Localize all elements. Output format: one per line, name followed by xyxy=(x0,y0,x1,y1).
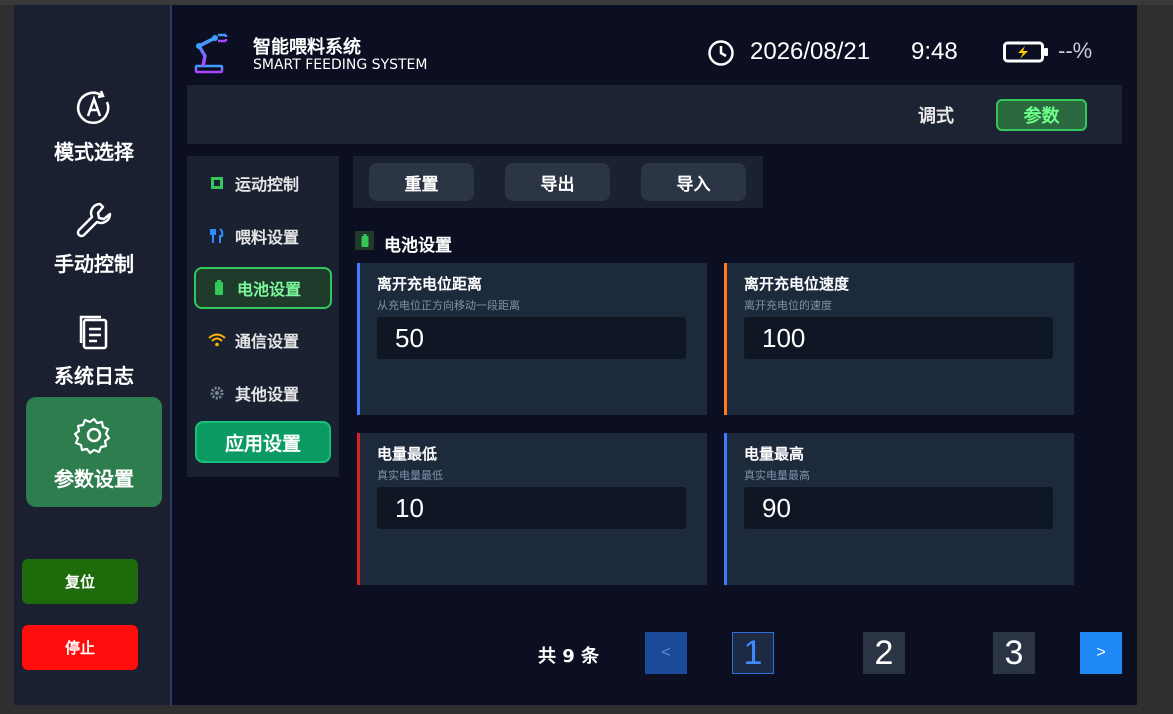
mode-bar xyxy=(187,85,1122,144)
app-subtitle: SMART FEEDING SYSTEM xyxy=(253,57,428,73)
subnav-item-label: 其他设置 xyxy=(235,385,300,404)
import-button[interactable]: 导入 xyxy=(641,163,746,201)
subnav-item-comm-settings[interactable]: 通信设置 xyxy=(194,319,332,361)
gear-icon xyxy=(72,413,116,457)
wrench-icon xyxy=(72,198,116,242)
wifi-icon xyxy=(208,331,226,349)
battery-max-input[interactable]: 90 xyxy=(744,487,1053,529)
reset-params-button[interactable]: 重置 xyxy=(369,163,474,201)
battery-icon xyxy=(210,279,228,297)
mode-icon xyxy=(72,86,116,130)
battery-icon xyxy=(355,231,374,250)
next-page-button[interactable]: > xyxy=(1080,632,1122,674)
battery-charging-icon xyxy=(1003,41,1049,67)
card-title: 离开充电位速度 xyxy=(744,275,850,293)
page-2-button[interactable]: 2 xyxy=(863,632,905,674)
card-accent-bar xyxy=(724,263,727,415)
leave-distance-input[interactable]: 50 xyxy=(377,317,686,359)
param-card-leave-speed: 离开充电位速度 离开充电位的速度 100 xyxy=(724,263,1074,415)
card-title: 离开充电位距离 xyxy=(377,275,483,293)
param-card-battery-min: 电量最低 真实电量最低 10 xyxy=(357,433,707,585)
page-3-button[interactable]: 3 xyxy=(993,632,1035,674)
card-accent-bar xyxy=(357,263,360,415)
chip-icon xyxy=(208,174,226,192)
log-icon xyxy=(72,310,116,354)
utensils-icon xyxy=(208,227,226,245)
subnav-item-label: 喂料设置 xyxy=(235,228,300,247)
subnav-item-label: 运动控制 xyxy=(235,175,300,194)
subnav-item-other-settings[interactable]: 其他设置 xyxy=(194,372,332,414)
sidebar-item-label: 系统日志 xyxy=(54,363,134,388)
card-accent-bar xyxy=(357,433,360,585)
sidebar-item-label: 手动控制 xyxy=(54,251,134,276)
sidebar-item-label: 模式选择 xyxy=(54,139,134,164)
battery-min-input[interactable]: 10 xyxy=(377,487,686,529)
subnav-item-label: 电池设置 xyxy=(237,280,302,299)
total-count: 共 9 条 xyxy=(538,646,600,667)
card-accent-bar xyxy=(724,433,727,585)
leave-speed-input[interactable]: 100 xyxy=(744,317,1053,359)
date-display: 2026/08/21 xyxy=(750,38,871,65)
apply-settings-button[interactable]: 应用设置 xyxy=(195,421,331,463)
page-1-button[interactable]: 1 xyxy=(732,632,774,674)
time-display: 9:48 xyxy=(911,38,958,65)
sidebar-item-label: 参数设置 xyxy=(54,466,134,491)
mode-param-tab[interactable]: 参数 xyxy=(996,99,1087,131)
clock-icon xyxy=(707,39,735,71)
subnav-item-label: 通信设置 xyxy=(235,332,300,351)
card-subtitle: 真实电量最低 xyxy=(377,469,443,482)
export-button[interactable]: 导出 xyxy=(505,163,610,201)
subnav-item-battery-settings[interactable]: 电池设置 xyxy=(194,267,332,309)
section-title: 电池设置 xyxy=(384,236,452,256)
sidebar-item-mode-select[interactable]: 模式选择 xyxy=(26,70,162,180)
battery-percent: --% xyxy=(1058,38,1093,63)
card-subtitle: 真实电量最高 xyxy=(744,469,810,482)
mode-debug-tab[interactable]: 调式 xyxy=(918,102,954,128)
card-title: 电量最高 xyxy=(744,445,805,463)
card-title: 电量最低 xyxy=(377,445,438,463)
card-subtitle: 离开充电位的速度 xyxy=(744,299,832,312)
robot-arm-logo-icon xyxy=(193,32,237,74)
card-subtitle: 从充电位正方向移动一段距离 xyxy=(377,299,520,312)
param-card-battery-max: 电量最高 真实电量最高 90 xyxy=(724,433,1074,585)
param-card-leave-distance: 离开充电位距离 从充电位正方向移动一段距离 50 xyxy=(357,263,707,415)
sidebar-item-manual-control[interactable]: 手动控制 xyxy=(26,182,162,292)
reset-button[interactable]: 复位 xyxy=(22,559,138,604)
prev-page-button[interactable]: < xyxy=(645,632,687,674)
subnav-item-motion-control[interactable]: 运动控制 xyxy=(194,162,332,204)
subnav-item-feeding-settings[interactable]: 喂料设置 xyxy=(194,215,332,257)
sidebar-item-system-log[interactable]: 系统日志 xyxy=(26,294,162,404)
sidebar-item-param-settings[interactable]: 参数设置 xyxy=(26,397,162,507)
app-title: 智能喂料系统 xyxy=(253,37,361,58)
stop-button[interactable]: 停止 xyxy=(22,625,138,670)
gear-icon xyxy=(208,384,226,402)
